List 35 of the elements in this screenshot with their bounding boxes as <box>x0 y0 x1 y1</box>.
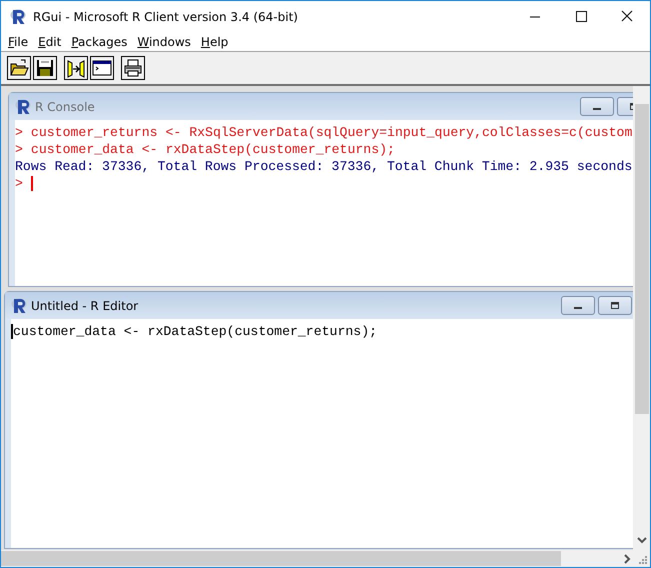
r-logo-icon <box>10 296 28 314</box>
text-cursor <box>11 324 13 339</box>
printer-icon <box>122 57 144 79</box>
menu-item[interactable]: File <box>8 34 28 48</box>
menu-item[interactable]: Help <box>200 34 228 48</box>
prompt-symbol: > <box>15 124 23 141</box>
menu-item[interactable]: Windows <box>137 34 191 48</box>
text-cursor <box>30 176 33 191</box>
output-text: Rows Read: 37336, Total Rows Processed: 37336, Total Chunk Time: 2.935 seconds <box>15 158 632 175</box>
toolbar-button[interactable] <box>121 56 145 80</box>
child-window-title: Untitled - R Editor <box>31 298 140 312</box>
toolbar-button[interactable] <box>64 56 88 80</box>
child-window-title: R Console <box>35 100 96 114</box>
vertical-scrollbar[interactable] <box>633 86 650 550</box>
toolbar-button[interactable] <box>7 56 31 80</box>
code-text: customer_data <- rxDataStep(customer_returns); <box>13 323 378 340</box>
scroll-thumb[interactable] <box>1 551 561 566</box>
restore-icon <box>609 302 621 310</box>
scroll-right-icon[interactable] <box>623 554 631 564</box>
menu-item[interactable]: Packages <box>71 34 128 48</box>
minimize-button[interactable] <box>561 296 595 315</box>
window-title: RGui - Microsoft R Client version 3.4 (64-bit) <box>33 10 299 24</box>
scroll-down-icon[interactable] <box>636 536 646 544</box>
command-text: customer_returns <- RxSqlServerData(sqlQuery=input_query,colClasses=c(custom <box>30 124 632 141</box>
toolbar-button[interactable] <box>90 56 114 80</box>
prompt-symbol: > <box>15 141 23 158</box>
command-text: customer_data <- rxDataStep(customer_returns); <box>30 141 395 158</box>
menu-item[interactable]: Edit <box>38 34 62 48</box>
r-logo-icon <box>9 8 27 26</box>
toolbar-button[interactable] <box>33 56 57 80</box>
scroll-thumb[interactable] <box>634 104 648 414</box>
prompt-symbol: > <box>15 175 23 192</box>
restore-button[interactable] <box>598 296 632 315</box>
r-logo-icon <box>14 98 32 116</box>
minimize-button[interactable] <box>580 97 614 116</box>
